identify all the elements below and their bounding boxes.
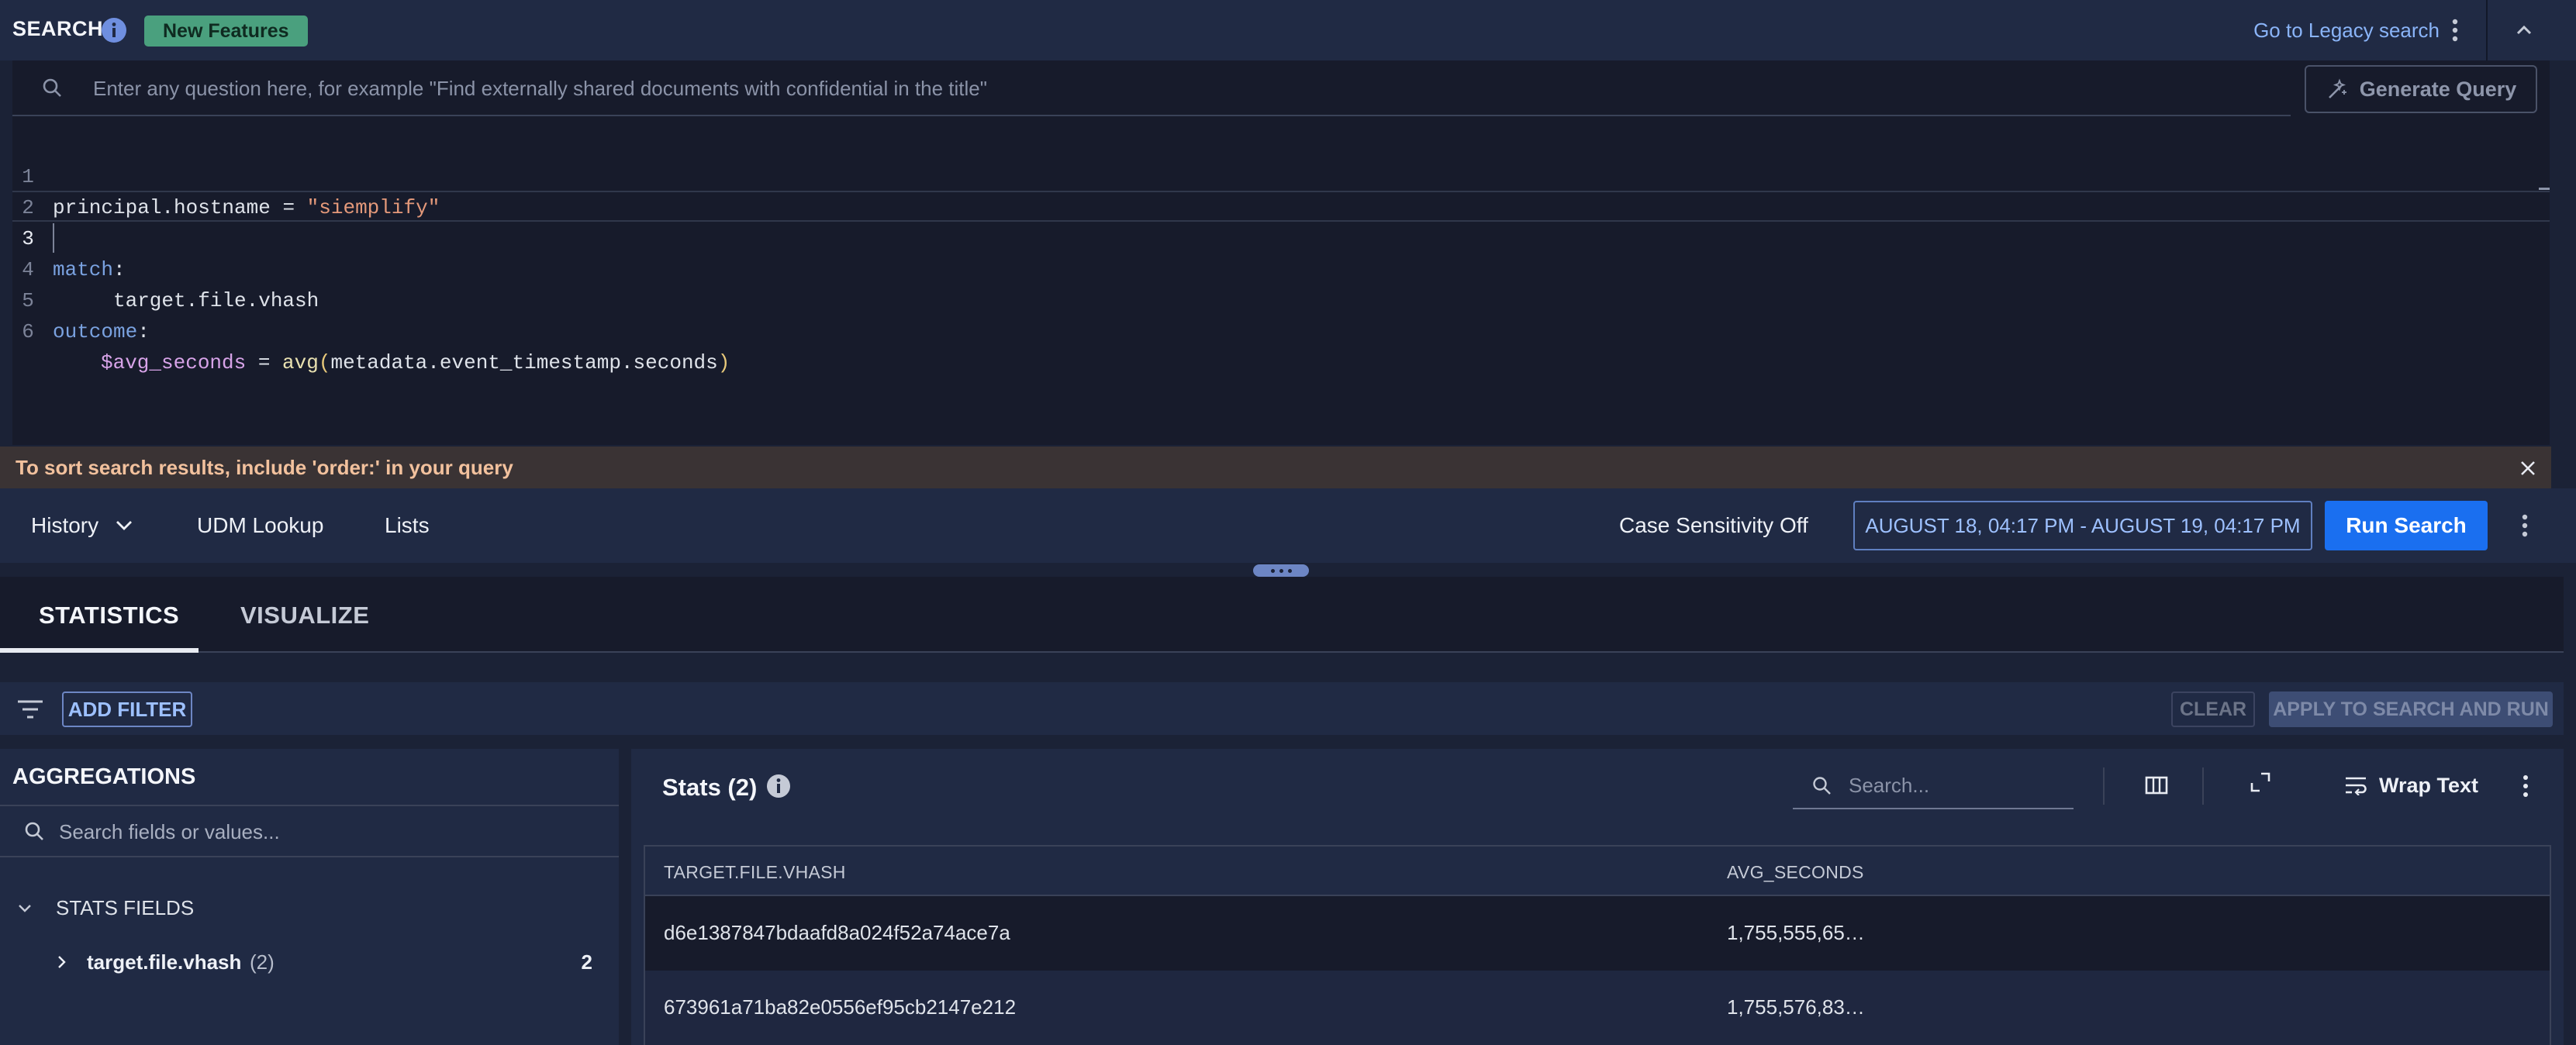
legacy-search-link[interactable]: Go to Legacy search [2253, 19, 2440, 43]
more-vert-icon[interactable] [2517, 772, 2534, 800]
new-features-badge[interactable]: New Features [144, 16, 308, 47]
page-title: SEARCH [12, 17, 104, 40]
table-header: TARGET.FILE.VHASH AVG_SECONDS [645, 847, 2550, 896]
column-header-avg-seconds[interactable]: AVG_SECONDS [1727, 862, 1864, 883]
clear-filters-button[interactable]: CLEAR [2171, 691, 2255, 727]
search-icon [23, 820, 47, 843]
tab-statistics[interactable]: STATISTICS [39, 602, 179, 629]
field-count: 2 [581, 950, 592, 974]
code-line-5[interactable]: 5 outcome: [12, 254, 2550, 343]
table-row[interactable]: d6e1387847bdaafd8a024f52a74ace7a 1,755,5… [645, 896, 2550, 971]
info-icon[interactable] [765, 772, 792, 800]
case-sensitivity-toggle[interactable]: Case Sensitivity Off [1619, 513, 1808, 538]
code-line-6[interactable]: 6 $avg_seconds = avg(metadata.event_time… [12, 285, 2550, 374]
field-name: target.file.vhash [87, 950, 242, 974]
aggregations-panel: AGGREGATIONS STATS FIELDS target.file.vh… [0, 749, 619, 1045]
field-value-count: (2) [250, 950, 275, 974]
lists-button[interactable]: Lists [385, 513, 430, 538]
generate-query-button[interactable]: Generate Query [2305, 65, 2537, 113]
table-row[interactable]: 673961a71ba82e0556ef95cb2147e212 1,755,5… [645, 971, 2550, 1045]
results-tabs: STATISTICS VISUALIZE [0, 577, 2564, 653]
aggregations-search [0, 805, 619, 857]
code-text: outcome: [53, 320, 150, 343]
toolbar-divider [2103, 767, 2105, 805]
cell-vhash: 673961a71ba82e0556ef95cb2147e212 [664, 995, 1017, 1019]
generate-query-label: Generate Query [2359, 77, 2517, 101]
aggregations-search-input[interactable] [59, 816, 602, 848]
line-number: 6 [22, 320, 34, 343]
date-range-picker[interactable]: AUGUST 18, 04:17 PM - AUGUST 19, 04:17 P… [1853, 501, 2312, 550]
natural-language-query-bar [12, 60, 2291, 116]
search-icon [1811, 775, 1833, 797]
search-header: SEARCH New Features Go to Legacy search [0, 0, 2576, 60]
stats-title: Stats (2) [662, 774, 758, 801]
query-editor-panel: Generate Query 1 principal.hostname = "s… [0, 60, 2551, 488]
active-tab-indicator [0, 648, 199, 653]
filter-list-icon[interactable] [16, 698, 45, 721]
cell-avg-seconds: 1,755,576,83… [1727, 995, 1865, 1019]
cell-avg-seconds: 1,755,555,65… [1727, 921, 1865, 944]
more-vert-icon[interactable] [2516, 510, 2534, 541]
search-toolbar: History UDM Lookup Lists Case Sensitivit… [0, 488, 2576, 563]
udm-lookup-button[interactable]: UDM Lookup [197, 513, 323, 538]
indent-guide [53, 223, 54, 253]
chevron-right-icon[interactable] [54, 952, 70, 972]
aggregations-title: AGGREGATIONS [12, 764, 196, 789]
column-header-vhash[interactable]: TARGET.FILE.VHASH [664, 862, 846, 883]
magic-wand-icon [2326, 78, 2349, 101]
stats-search-input[interactable] [1849, 769, 2066, 802]
code-line-3[interactable]: 3 match: [12, 192, 2550, 281]
code-line-2[interactable]: 2 [12, 161, 2550, 219]
more-vert-icon[interactable] [2446, 16, 2464, 45]
close-icon[interactable] [2517, 457, 2539, 479]
expand-icon[interactable] [2249, 771, 2272, 794]
toolbar-divider [2202, 767, 2204, 805]
question-input[interactable] [93, 71, 2264, 105]
chevron-down-icon[interactable] [113, 516, 135, 535]
tab-visualize[interactable]: VISUALIZE [240, 602, 369, 629]
add-filter-button[interactable]: ADD FILTER [62, 691, 192, 727]
run-search-button[interactable]: Run Search [2325, 501, 2488, 550]
code-line-4[interactable]: 4 target.file.vhash [12, 223, 2550, 312]
history-menu[interactable]: History [31, 513, 98, 538]
wrap-text-icon[interactable] [2343, 775, 2368, 795]
stats-search [1793, 761, 2074, 809]
view-columns-icon[interactable] [2145, 775, 2168, 795]
sort-tip-banner: To sort search results, include 'order:'… [0, 447, 2551, 488]
chevron-up-icon[interactable] [2512, 19, 2536, 42]
stats-fields-section[interactable]: STATS FIELDS [56, 896, 194, 920]
code-text: $avg_seconds = avg(metadata.event_timest… [101, 351, 730, 374]
wrap-text-button[interactable]: Wrap Text [2379, 774, 2478, 798]
panel-resize-handle[interactable] [1253, 564, 1309, 577]
header-divider [2486, 0, 2488, 60]
chevron-down-icon[interactable] [16, 901, 34, 916]
stats-panel: Stats (2) Wrap Text TARGET.FILE.VHASH AV… [631, 749, 2564, 1045]
filter-bar: ADD FILTER CLEAR APPLY TO SEARCH AND RUN [0, 682, 2564, 735]
info-icon[interactable] [101, 17, 127, 43]
sort-tip-text: To sort search results, include 'order:'… [16, 456, 513, 479]
apply-to-search-button[interactable]: APPLY TO SEARCH AND RUN [2269, 691, 2553, 727]
list-item[interactable]: target.file.vhash (2) 2 [0, 946, 619, 978]
cell-vhash: d6e1387847bdaafd8a024f52a74ace7a [664, 921, 1010, 944]
code-line-1[interactable]: 1 principal.hostname = "siemplify" [12, 130, 2550, 219]
stats-table: TARGET.FILE.VHASH AVG_SECONDS d6e1387847… [644, 845, 2551, 1045]
search-icon [40, 76, 65, 101]
